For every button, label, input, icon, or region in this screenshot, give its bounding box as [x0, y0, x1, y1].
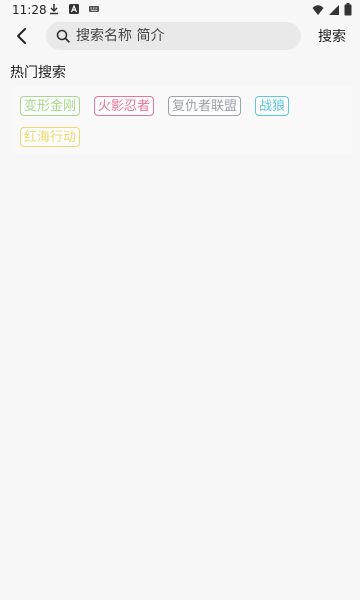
hot-tag-1[interactable]: 火影忍者	[94, 96, 155, 116]
hot-tag-4[interactable]: 红海行动	[20, 127, 81, 147]
chevron-left-icon	[17, 28, 26, 44]
wifi-icon	[312, 4, 324, 19]
search-header: 搜索	[0, 20, 360, 52]
status-time: 11:28	[12, 3, 47, 17]
hot-search-title: 热门搜索	[10, 65, 66, 81]
keyboard-icon	[88, 3, 100, 18]
hot-tag-2[interactable]: 复仇者联盟	[168, 96, 242, 116]
status-right-icons	[312, 3, 352, 19]
hot-tag-3[interactable]: 战狼	[255, 96, 290, 116]
cell-signal-icon	[328, 4, 340, 19]
hot-tag-0[interactable]: 变形金刚	[20, 96, 81, 116]
search-button[interactable]: 搜索	[318, 26, 346, 46]
search-input[interactable]	[76, 28, 286, 44]
search-box[interactable]	[46, 22, 301, 50]
back-button[interactable]	[8, 22, 36, 50]
a-notification-icon	[68, 3, 80, 18]
download-icon	[48, 3, 60, 18]
status-bar: 11:28	[0, 0, 360, 20]
search-icon	[54, 27, 72, 45]
status-left-icons	[48, 3, 100, 18]
battery-icon	[344, 3, 352, 19]
hot-search-tags: 变形金刚 火影忍者 复仇者联盟 战狼 红海行动	[12, 86, 352, 154]
